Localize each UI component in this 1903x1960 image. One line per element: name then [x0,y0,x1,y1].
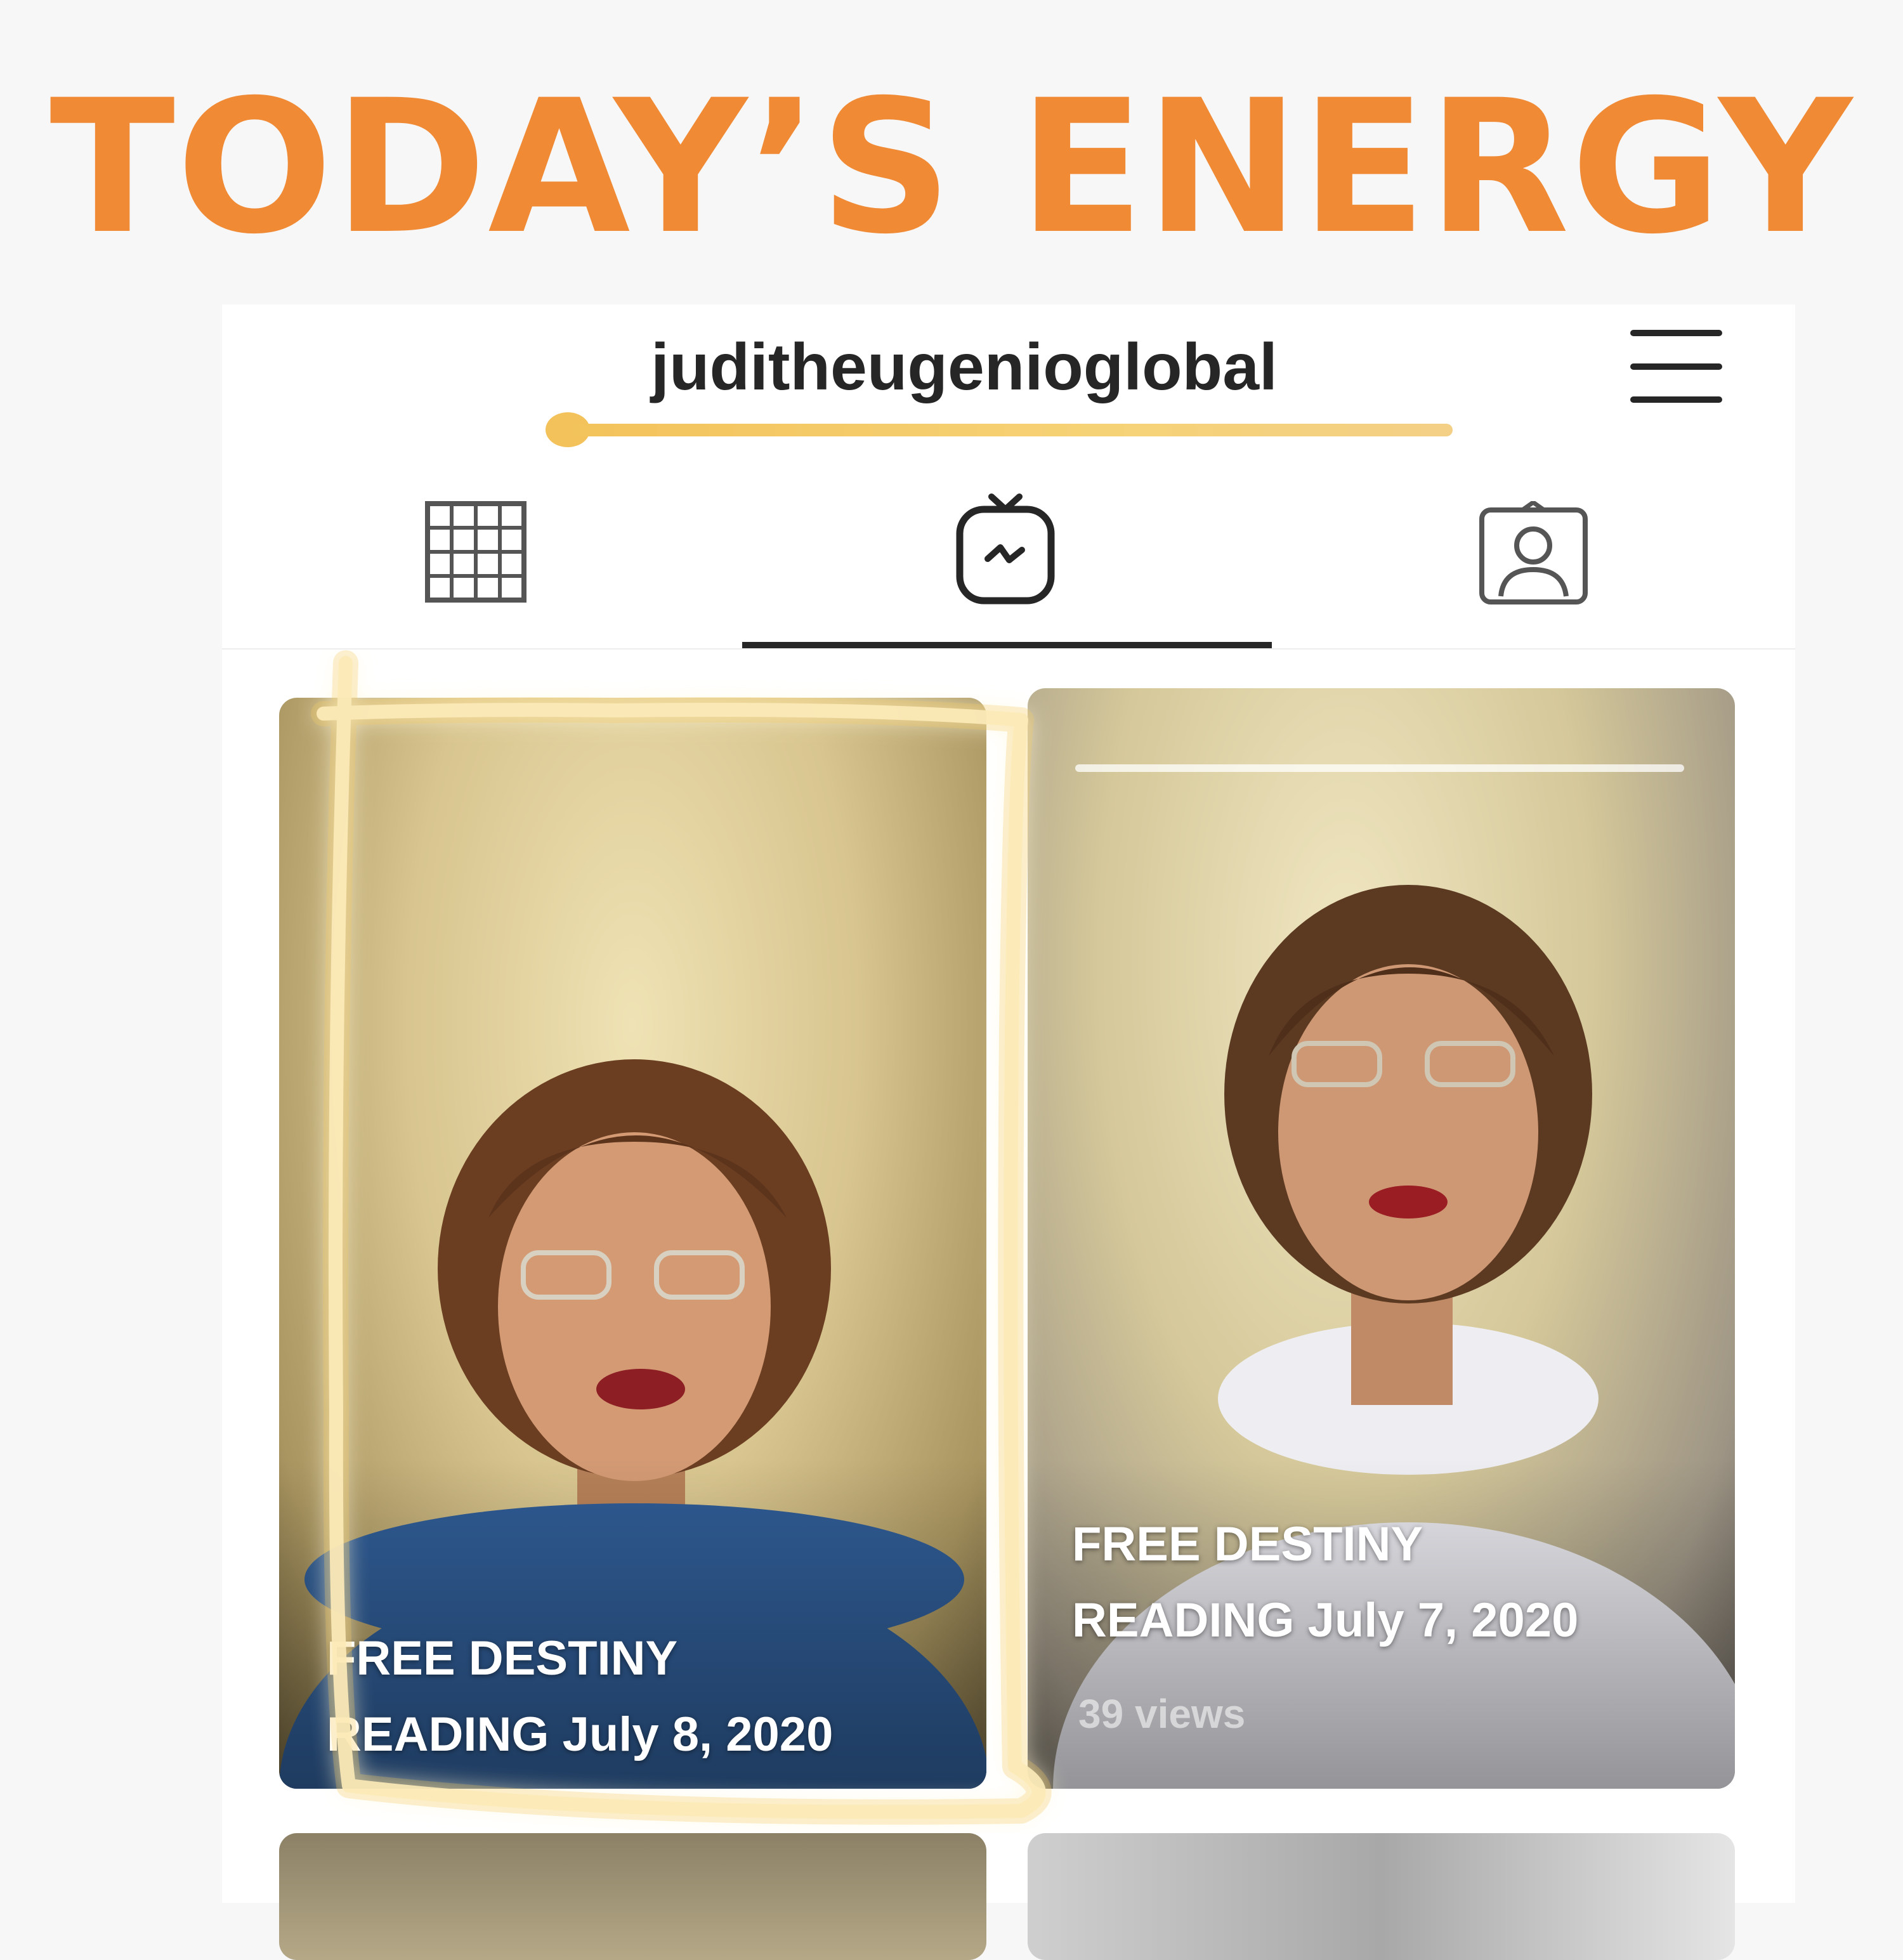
view-count: 39 views [1078,1691,1246,1737]
tagged-person-icon[interactable] [1478,499,1589,606]
hamburger-menu-icon[interactable] [1630,327,1722,406]
igtv-video-card[interactable]: FREE DESTINY READING July 8, 2020 [279,698,986,1789]
tabs-divider [222,648,1795,650]
video-title-line-1: FREE DESTINY [327,1631,678,1685]
profile-username[interactable]: juditheugenioglobal [0,330,1903,405]
grid-icon[interactable] [425,501,526,603]
igtv-video-card[interactable] [279,1833,986,1960]
video-title: FREE DESTINY READING July 8, 2020 [327,1621,961,1773]
video-title-line-1: FREE DESTINY [1072,1517,1423,1571]
video-title: FREE DESTINY READING July 7, 2020 [1072,1506,1706,1659]
video-progress-bar [1075,764,1684,772]
active-tab-indicator [742,642,1272,648]
headline: TODAY’S ENERGY [49,61,1854,275]
video-title-line-2: READING July 7, 2020 [1072,1593,1579,1647]
igtv-icon[interactable] [955,492,1056,606]
igtv-video-card[interactable] [1028,1833,1735,1960]
highlight-underline [552,424,1453,436]
igtv-video-card[interactable]: FREE DESTINY READING July 7, 2020 39 vie… [1028,688,1735,1789]
video-title-line-2: READING July 8, 2020 [327,1708,834,1761]
